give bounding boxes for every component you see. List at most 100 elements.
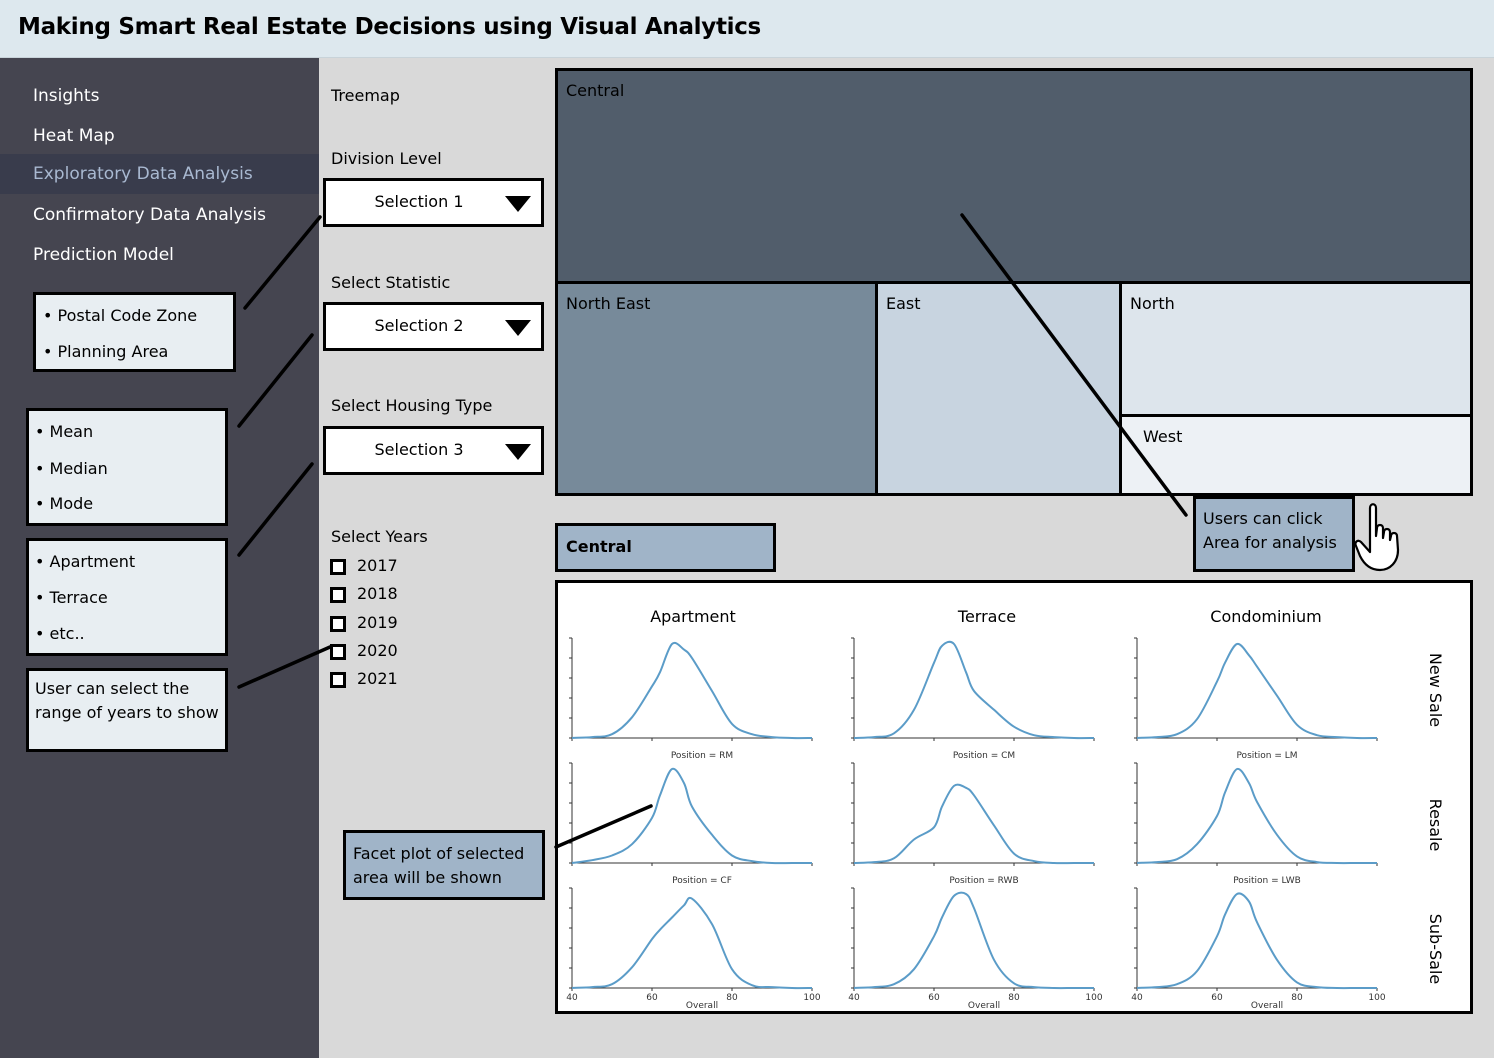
facet-x-axis-label: Overall bbox=[686, 1001, 718, 1011]
note-item: • Mean bbox=[35, 422, 94, 441]
facet-x-tick-label: 100 bbox=[1085, 993, 1102, 1003]
facet-x-tick-label: 60 bbox=[1211, 993, 1223, 1003]
facet-column-title: Apartment bbox=[650, 607, 736, 626]
facet-x-axis-label: Overall bbox=[1251, 1001, 1283, 1011]
density-curve bbox=[853, 891, 1094, 990]
treemap-cell-label: North bbox=[1130, 294, 1175, 313]
year-label: 2021 bbox=[357, 669, 398, 688]
facet-panel-title: Position = RWB bbox=[949, 876, 1018, 886]
facet-x-tick-label: 100 bbox=[803, 993, 820, 1003]
page-title: Making Smart Real Estate Decisions using… bbox=[18, 14, 761, 40]
note-item: • Planning Area bbox=[43, 342, 169, 361]
nav-item-exploratory-data-analysis[interactable]: Exploratory Data Analysis bbox=[0, 154, 319, 194]
selected-area-tag: Central bbox=[555, 523, 776, 572]
year-label: 2019 bbox=[357, 613, 398, 632]
treemap-cell-label: Central bbox=[566, 81, 625, 100]
housing-options-note: • Apartment • Terrace • etc.. bbox=[26, 538, 228, 656]
app-header: Making Smart Real Estate Decisions using… bbox=[0, 0, 1494, 58]
facet-x-tick-label: 40 bbox=[1131, 993, 1143, 1003]
housing-type-value: Selection 3 bbox=[374, 440, 464, 459]
click-area-callout: Users can click Area for analysis bbox=[1193, 496, 1355, 572]
treemap-cell-label: North East bbox=[566, 294, 651, 313]
note-item: • etc.. bbox=[35, 624, 85, 643]
dropdown-arrow-icon bbox=[505, 444, 531, 460]
checkbox-icon[interactable] bbox=[330, 644, 346, 660]
selected-area-label: Central bbox=[566, 537, 632, 556]
facet-plot-callout: Facet plot of selected area will be show… bbox=[343, 830, 545, 900]
facet-panel-title: Position = LWB bbox=[1233, 876, 1301, 886]
treemap-cell-label: West bbox=[1143, 427, 1183, 446]
treemap: Central North East East North West bbox=[555, 68, 1473, 496]
checkbox-icon[interactable] bbox=[330, 672, 346, 688]
facet-plot: Apartment Terrace Condominium New Sale R… bbox=[555, 580, 1473, 1014]
nav-item-insights[interactable]: Insights bbox=[0, 76, 319, 116]
treemap-cell-north[interactable]: North bbox=[1122, 284, 1470, 414]
note-item: • Terrace bbox=[35, 588, 108, 607]
dropdown-arrow-icon bbox=[505, 196, 531, 212]
statistic-value: Selection 2 bbox=[374, 316, 464, 335]
select-years-label: Select Years bbox=[331, 527, 428, 546]
facet-x-tick-label: 40 bbox=[566, 993, 578, 1003]
callout-text: Facet plot of selected area will be show… bbox=[353, 844, 525, 887]
years-note: User can select the range of years to sh… bbox=[26, 668, 228, 752]
treemap-cell-west[interactable]: West bbox=[1122, 417, 1470, 493]
nav-item-heat-map[interactable]: Heat Map bbox=[0, 116, 319, 156]
density-curve bbox=[571, 641, 813, 740]
facet-x-tick-label: 60 bbox=[646, 993, 658, 1003]
select-statistic-label: Select Statistic bbox=[331, 273, 451, 292]
division-level-label: Division Level bbox=[331, 149, 442, 168]
hand-pointer-icon bbox=[1354, 503, 1400, 572]
callout-text: Users can click Area for analysis bbox=[1203, 509, 1337, 552]
year-label: 2017 bbox=[357, 556, 398, 575]
density-curve bbox=[1136, 767, 1377, 865]
note-item: • Median bbox=[35, 459, 108, 478]
facet-x-tick-label: 100 bbox=[1368, 993, 1385, 1003]
density-curve bbox=[1136, 642, 1378, 740]
checkbox-icon[interactable] bbox=[330, 616, 346, 632]
density-curve bbox=[853, 783, 1094, 865]
note-item: • Mode bbox=[35, 494, 94, 513]
statistic-options-note: • Mean • Median • Mode bbox=[26, 408, 228, 526]
division-level-value: Selection 1 bbox=[374, 192, 464, 211]
facet-x-tick-label: 80 bbox=[1008, 993, 1020, 1003]
facet-panel-title: Position = LM bbox=[1236, 751, 1297, 761]
checkbox-icon[interactable] bbox=[330, 559, 346, 575]
facet-x-axis-label: Overall bbox=[968, 1001, 1000, 1011]
facet-x-tick-label: 60 bbox=[928, 993, 940, 1003]
facet-panel-title: Position = CF bbox=[672, 876, 732, 886]
facet-panel-title: Position = RM bbox=[671, 751, 733, 761]
facet-x-tick-label: 80 bbox=[1291, 993, 1303, 1003]
note-item: • Postal Code Zone bbox=[43, 306, 198, 325]
panel-title: Treemap bbox=[331, 86, 400, 105]
division-level-dropdown[interactable]: Selection 1 bbox=[323, 178, 544, 227]
facet-panel-title: Position = CM bbox=[953, 751, 1015, 761]
facet-x-tick-label: 40 bbox=[848, 993, 860, 1003]
treemap-cell-north-east[interactable]: North East bbox=[558, 284, 875, 493]
facet-column-title: Condominium bbox=[1210, 607, 1322, 626]
facet-column-title: Terrace bbox=[957, 607, 1017, 626]
statistic-dropdown[interactable]: Selection 2 bbox=[323, 302, 544, 351]
housing-type-label: Select Housing Type bbox=[331, 396, 493, 415]
nav-item-prediction-model[interactable]: Prediction Model bbox=[0, 235, 319, 275]
density-curve bbox=[571, 896, 813, 990]
treemap-cell-east[interactable]: East bbox=[878, 284, 1119, 493]
division-options-note: • Postal Code Zone • Planning Area bbox=[33, 292, 236, 372]
density-curve bbox=[853, 640, 1095, 740]
facet-x-tick-label: 80 bbox=[726, 993, 738, 1003]
facet-row-title: New Sale bbox=[1426, 652, 1445, 728]
facet-row-title: Sub-Sale bbox=[1426, 913, 1445, 985]
dropdown-arrow-icon bbox=[505, 320, 531, 336]
facet-plot-canvas: Position = RM Position = CM Position = LM P… bbox=[566, 637, 1386, 1011]
treemap-cell-central[interactable]: Central bbox=[558, 71, 1470, 281]
note-item: • Apartment bbox=[35, 552, 136, 571]
year-label: 2018 bbox=[357, 584, 398, 603]
housing-type-dropdown[interactable]: Selection 3 bbox=[323, 426, 544, 475]
year-label: 2020 bbox=[357, 641, 398, 660]
note-text: User can select the range of years to sh… bbox=[35, 679, 219, 722]
nav-item-confirmatory-data-analysis[interactable]: Confirmatory Data Analysis bbox=[0, 195, 319, 235]
facet-row-title: Resale bbox=[1426, 798, 1445, 852]
treemap-cell-label: East bbox=[886, 294, 921, 313]
density-curve bbox=[1136, 892, 1377, 990]
checkbox-icon[interactable] bbox=[330, 587, 346, 603]
density-curve bbox=[571, 767, 812, 865]
